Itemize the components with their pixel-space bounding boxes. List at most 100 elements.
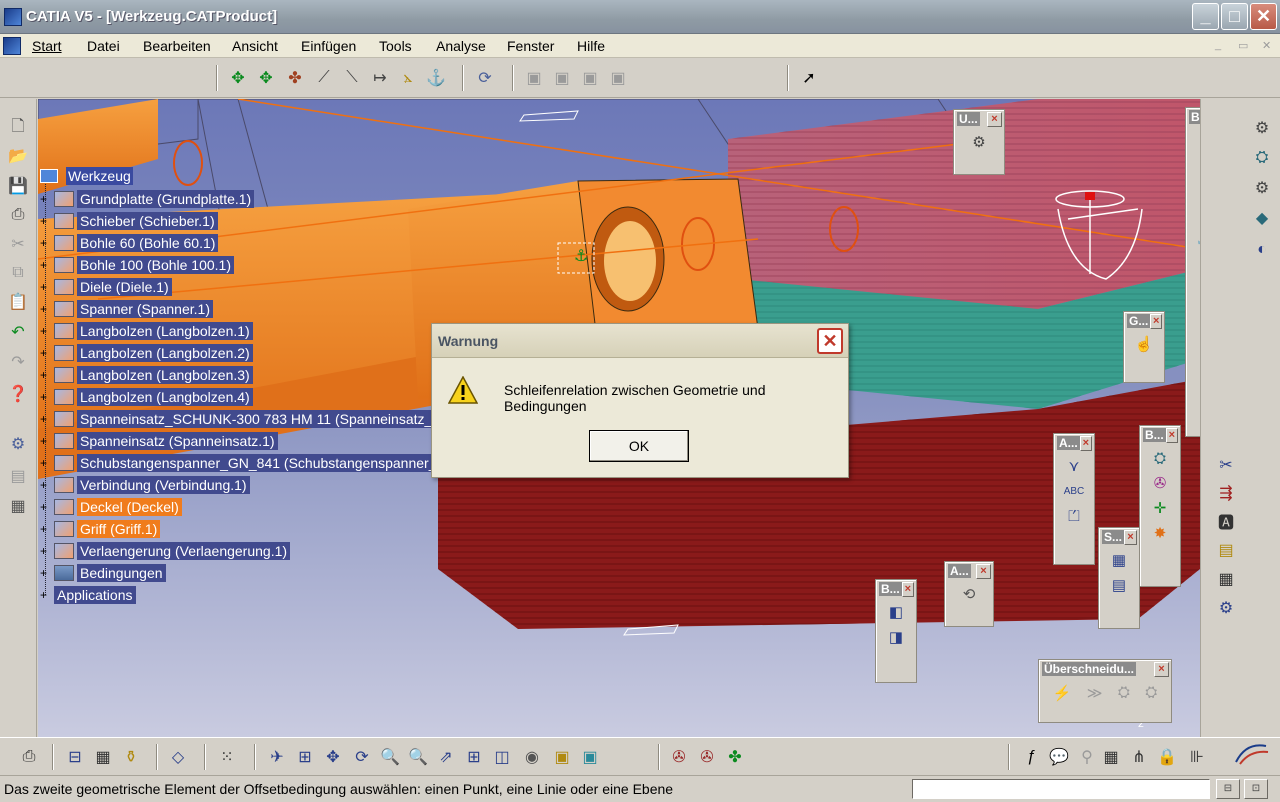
help-icon[interactable]: ❓ xyxy=(7,383,29,405)
dialog-close-button[interactable]: ✕ xyxy=(817,328,843,354)
table-icon[interactable]: ▦ xyxy=(1100,746,1122,768)
insert-product-icon[interactable]: ▣ xyxy=(551,67,573,89)
grid-icon[interactable]: ⁙ xyxy=(216,746,238,768)
reorder-icon[interactable]: ▧ xyxy=(1195,279,1200,301)
ok-button[interactable]: OK xyxy=(589,430,689,462)
compare-icon[interactable]: ⛭ xyxy=(1145,684,1157,702)
formula-icon[interactable]: ▦ xyxy=(7,495,29,517)
multi-view-icon[interactable]: ⊞ xyxy=(463,746,485,768)
tree-node-grundplatte[interactable]: + Grundplatte (Grundplatte.1) xyxy=(40,189,255,209)
menu-fenster[interactable]: Fenster xyxy=(507,38,554,54)
tree-node-schieber[interactable]: + Schieber (Schieber.1) xyxy=(40,211,218,231)
menu-analyse[interactable]: Analyse xyxy=(436,38,486,54)
tree-node-applications[interactable]: + Applications xyxy=(40,585,136,605)
menu-bearbeiten[interactable]: Bearbeiten xyxy=(143,38,211,54)
document-icon[interactable] xyxy=(3,37,21,55)
expand-icon[interactable]: + xyxy=(40,413,50,425)
law-icon[interactable]: ⊪ xyxy=(1186,746,1208,768)
insert-component-icon[interactable]: ▣ xyxy=(523,67,545,89)
offset-constraint-icon[interactable]: ↦ xyxy=(369,67,391,89)
tree-root[interactable]: Werkzeug xyxy=(66,167,133,185)
space-analysis-icon[interactable]: ◆ xyxy=(1251,207,1273,229)
tree-node-langbolzen-2[interactable]: + Langbolzen (Langbolzen.2) xyxy=(40,343,253,363)
minimize-button[interactable]: _ xyxy=(1192,3,1219,30)
move-icon[interactable]: ✥ xyxy=(227,67,249,89)
section-icon[interactable]: ✂ xyxy=(1215,454,1237,476)
new-part-icon[interactable]: ◨ xyxy=(885,626,907,648)
hide-show-icon[interactable]: ▣ xyxy=(551,746,573,768)
band-icon[interactable]: ⛭ xyxy=(1118,684,1130,702)
tree-node-spanneinsatz-schunk[interactable]: + Spanneinsatz_SCHUNK-300 783 HM 11 (Span… xyxy=(40,409,445,429)
pointer-hand-icon[interactable]: ☝ xyxy=(1133,333,1155,355)
pattern-icon[interactable]: ⁜ xyxy=(1195,354,1201,376)
snap-icon[interactable]: ✥ xyxy=(255,67,277,89)
menu-ansicht[interactable]: Ansicht xyxy=(232,38,278,54)
tree-node-verlaengerung[interactable]: + Verlaengerung (Verlaengerung.1) xyxy=(40,541,291,561)
mdi-close-button[interactable]: ✕ xyxy=(1262,39,1271,52)
expand-icon[interactable]: + xyxy=(40,281,50,293)
expand-icon[interactable]: + xyxy=(40,501,50,513)
assembly-design-icon[interactable]: ⚙ xyxy=(1251,117,1273,139)
palette-close-button[interactable]: × xyxy=(1079,435,1092,451)
measure-item-icon[interactable]: ▦ xyxy=(92,746,114,768)
expand-icon[interactable]: + xyxy=(40,303,50,315)
expand-icon[interactable]: + xyxy=(40,325,50,337)
anchor-icon[interactable]: ⚓ xyxy=(1195,229,1200,251)
expand-icon[interactable]: + xyxy=(40,215,50,227)
tree-node-griff[interactable]: + Griff (Griff.1) xyxy=(40,519,161,539)
shading-icon[interactable]: ◉ xyxy=(521,746,543,768)
swap-space-icon[interactable]: ▣ xyxy=(579,746,601,768)
bom-icon[interactable]: ⚙ xyxy=(1215,597,1237,619)
tree-root-icon[interactable] xyxy=(40,169,58,183)
redo-icon[interactable]: ↷ xyxy=(7,351,29,373)
expand-icon[interactable]: + xyxy=(40,391,50,403)
cut-icon[interactable]: ✂ xyxy=(7,233,29,255)
tree-node-deckel[interactable]: + Deckel (Deckel) xyxy=(40,497,182,517)
scenes-icon[interactable]: ▤ xyxy=(1215,539,1237,561)
weld-bead-icon[interactable]: ✇ xyxy=(1149,472,1171,494)
fly-mode-icon[interactable]: ✈ xyxy=(266,746,288,768)
measure-icon[interactable]: ◐ xyxy=(1251,239,1273,261)
palette-close-button[interactable]: × xyxy=(1124,529,1137,545)
knowledge-advisor-icon[interactable]: ✤ xyxy=(724,746,746,768)
palette-close-button[interactable]: × xyxy=(976,563,991,579)
cube-icon[interactable]: ◧ xyxy=(1195,154,1200,176)
expand-icon[interactable]: + xyxy=(40,523,50,535)
fit-all-icon[interactable]: ⊞ xyxy=(294,746,316,768)
annotation-icon[interactable]: 🅰 xyxy=(1215,510,1237,532)
paste-icon[interactable]: 📋 xyxy=(7,291,29,313)
expand-icon[interactable]: + xyxy=(40,347,50,359)
update-gear-icon[interactable]: ⚙ xyxy=(968,131,990,153)
palette-close-button[interactable]: × xyxy=(1165,427,1178,443)
contact-constraint-icon[interactable]: ⟍ xyxy=(341,67,363,89)
mdi-minimize-button[interactable]: _ xyxy=(1215,39,1221,51)
tree-node-spanneinsatz[interactable]: + Spanneinsatz (Spanneinsatz.1) xyxy=(40,431,278,451)
open-file-icon[interactable]: 📂 xyxy=(7,145,29,167)
print-icon[interactable]: ⎙ xyxy=(7,204,29,226)
tree-node-bedingungen[interactable]: + Bedingungen xyxy=(40,563,166,583)
close-button[interactable]: ✕ xyxy=(1250,3,1277,30)
tree-node-langbolzen-4[interactable]: + Langbolzen (Langbolzen.4) xyxy=(40,387,253,407)
pan-icon[interactable]: ✥ xyxy=(322,746,344,768)
update-icon[interactable]: ⟳ xyxy=(474,67,496,89)
palette-close-button[interactable]: × xyxy=(1154,661,1169,677)
undo-icon[interactable]: ↶ xyxy=(7,321,29,343)
menu-hilfe[interactable]: Hilfe xyxy=(577,38,605,54)
refresh-icon[interactable]: ⟳ xyxy=(1195,329,1201,351)
rotate-view-icon[interactable]: ⟳ xyxy=(351,746,373,768)
explode-icon[interactable]: ✤ xyxy=(284,67,306,89)
iso-view-icon[interactable]: ◫ xyxy=(491,746,513,768)
catalog-browser-icon[interactable]: ▦ xyxy=(1215,568,1237,590)
chain-icon[interactable]: ⛓ xyxy=(1195,304,1200,326)
apply-material-icon[interactable]: ◇ xyxy=(167,746,189,768)
select-arrow-icon[interactable]: ➚ xyxy=(798,67,820,89)
tree-node-bohle-60[interactable]: + Bohle 60 (Bohle 60.1) xyxy=(40,233,219,253)
tree-node-schubstangenspanner[interactable]: + Schubstangenspanner_GN_841 (Schubstange… xyxy=(40,453,440,473)
expand-icon[interactable]: + xyxy=(40,237,50,249)
menu-start[interactable]: Start xyxy=(32,38,62,54)
product-management-icon[interactable]: ⎙ xyxy=(18,746,40,768)
menu-einfuegen[interactable]: Einfügen xyxy=(301,38,356,54)
bolt-icon[interactable]: ⛭ xyxy=(1149,447,1171,469)
clip-icon[interactable]: ⎘ xyxy=(1195,254,1201,276)
tree-node-bohle-100[interactable]: + Bohle 100 (Bohle 100.1) xyxy=(40,255,234,275)
